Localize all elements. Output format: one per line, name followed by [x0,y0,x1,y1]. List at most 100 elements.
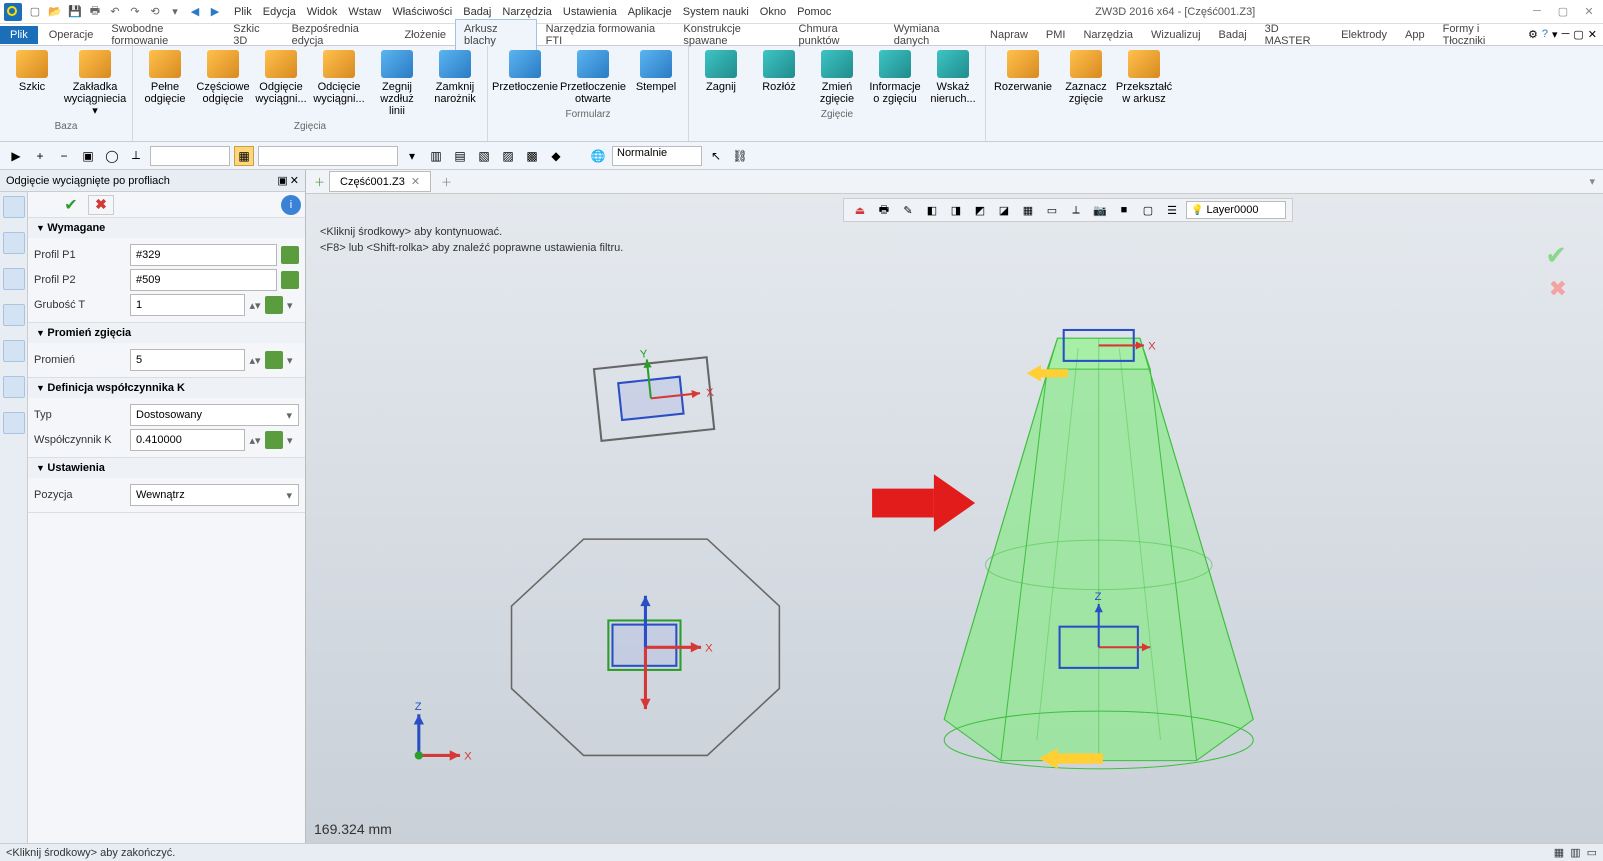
profil-p1-pick[interactable] [281,246,299,264]
tb-a-icon[interactable]: ▾ [402,146,422,166]
menu-widok[interactable]: Widok [307,6,338,18]
tb-select-icon[interactable]: ▶ [6,146,26,166]
rbtn-stempel[interactable]: Stempel [628,48,684,107]
panel-close-icon[interactable]: ✕ [290,174,299,187]
tb-add-icon[interactable]: + [30,146,50,166]
status-btn-1[interactable]: ▦ [1554,846,1564,859]
save-icon[interactable]: 💾 [66,3,84,21]
tb-link-icon[interactable]: ⛓ [730,146,750,166]
side-tab-2[interactable] [3,232,25,254]
rbtn-zmien-zgiecie[interactable]: Zmień zgięcie [809,48,865,107]
side-tab-4[interactable] [3,304,25,326]
menu-system-nauki[interactable]: System nauki [683,6,749,18]
status-btn-2[interactable]: ▥ [1570,846,1580,859]
profil-p2-pick[interactable] [281,271,299,289]
promien-pick[interactable] [265,351,283,369]
doc-add-tab-icon[interactable]: ＋ [441,174,452,190]
rbtn-zaznacz-zgiecie[interactable]: Zaznacz zgięcie [1058,48,1114,107]
typ-select[interactable]: Dostosowany [130,404,299,426]
rbtn-informacje-o-zgieciu[interactable]: Informacje o zgięciu [867,48,923,107]
menu-narzedzia[interactable]: Narzędzia [502,6,552,18]
tb-filter2-select[interactable] [258,146,398,166]
sec-wymagane-header[interactable]: Wymagane [28,218,305,238]
rbtn-wskaz-nieruch[interactable]: Wskaż nieruch... [925,48,981,107]
wspk-spinner[interactable]: ▴▾ [249,434,261,447]
ribbon-tab-napraw[interactable]: Napraw [981,25,1037,45]
ribbon-tab-badaj[interactable]: Badaj [1210,25,1256,45]
rbtn-zamknij-naroznik[interactable]: Zamknij narożnik [427,48,483,119]
menu-badaj[interactable]: Badaj [463,6,491,18]
rbtn-rozloz[interactable]: Rozłóż [751,48,807,107]
tb-d-icon[interactable]: ▧ [474,146,494,166]
close-icon[interactable]: ✕ [1579,5,1599,18]
rbtn-odgiecie-wyciagni[interactable]: Odgięcie wyciągni... [253,48,309,119]
rbtn-przeksztalc-w-arkusz[interactable]: Przekształć w arkusz [1116,48,1172,107]
ribbon-options-icon[interactable]: ⚙ [1528,28,1538,41]
menu-edycja[interactable]: Edycja [263,6,296,18]
menu-wlasciwosci[interactable]: Właściwości [392,6,452,18]
tb-measure-icon[interactable]: ⟂ [126,146,146,166]
sec-kfactor-header[interactable]: Definicja współczynnika K [28,378,305,398]
rbtn-odciecie-wyciagni[interactable]: Odcięcie wyciągni... [311,48,367,119]
ribbon-tab-operacje[interactable]: Operacje [40,25,103,45]
tb-cursor-icon[interactable]: ↖ [706,146,726,166]
tb-box-icon[interactable]: ▣ [78,146,98,166]
open-icon[interactable]: 📂 [46,3,64,21]
panel-tool-icon[interactable] [32,194,54,216]
wspk-more[interactable]: ▾ [287,434,299,447]
print-icon[interactable]: 🖶 [86,3,104,21]
menu-aplikacje[interactable]: Aplikacje [628,6,672,18]
ribbon-help-drop-icon[interactable]: ▾ [1552,28,1558,41]
child-close-icon[interactable]: ✕ [1588,28,1597,41]
doc-tab-active[interactable]: Część001.Z3✕ [329,171,431,192]
child-max-icon[interactable]: ▢ [1573,28,1583,41]
grubosc-more[interactable]: ▾ [287,299,299,312]
ribbon-tab-elektrody[interactable]: Elektrody [1332,25,1396,45]
rbtn-zegnij[interactable]: Zegnij wzdłuż linii [369,48,425,119]
tb-e-icon[interactable]: ▨ [498,146,518,166]
doc-tabs-menu-icon[interactable]: ▾ [1589,175,1595,188]
status-btn-3[interactable]: ▭ [1587,846,1597,859]
menu-pomoc[interactable]: Pomoc [797,6,831,18]
rbtn-zagnij[interactable]: Zagnij [693,48,749,107]
tb-c-icon[interactable]: ▤ [450,146,470,166]
side-tab-5[interactable] [3,340,25,362]
ribbon-tab-app[interactable]: App [1396,25,1434,45]
tb-b-icon[interactable]: ▥ [426,146,446,166]
ribbon-tab-zlozenie[interactable]: Złożenie [395,25,455,45]
panel-pin-icon[interactable]: ▣ [277,174,287,187]
side-tab-6[interactable] [3,376,25,398]
menu-wstaw[interactable]: Wstaw [348,6,381,18]
promien-input[interactable]: 5 [130,349,245,371]
tb-g-icon[interactable]: ◆ [546,146,566,166]
new-icon[interactable]: ▢ [26,3,44,21]
ribbon-tab-formy[interactable]: Formy i Tłoczniki [1434,19,1528,51]
rbtn-przetloczenie-otwarte[interactable]: Przetłoczenie otwarte [560,48,626,107]
tb-sub-icon[interactable]: − [54,146,74,166]
ok-button[interactable]: ✔ [58,195,84,215]
grubosc-spinner[interactable]: ▴▾ [249,299,261,312]
rbtn-czesciowe-odgiecie[interactable]: Częściowe odgięcie [195,48,251,119]
tb-globe-icon[interactable]: 🌐 [588,146,608,166]
rbtn-zakladka[interactable]: Zakładka wyciągniecia ▾ [62,48,128,119]
grubosc-pick[interactable] [265,296,283,314]
pozycja-select[interactable]: Wewnątrz [130,484,299,506]
promien-more[interactable]: ▾ [287,354,299,367]
tb-circ-icon[interactable]: ◯ [102,146,122,166]
doc-new-icon[interactable]: ＋ [314,174,325,190]
tb-filter-select[interactable] [150,146,230,166]
ribbon-file-tab[interactable]: Plik [0,26,38,44]
sec-ustawienia-header[interactable]: Ustawienia [28,458,305,478]
promien-spinner[interactable]: ▴▾ [249,354,261,367]
viewport[interactable]: ＋ Część001.Z3✕ ＋ ▾ ⏏ 🖶 ✎ ◧ ◨ ◩ ◪ ▦ ▭ ⟂ 📷… [306,170,1603,843]
ribbon-help-icon[interactable]: ? [1542,28,1548,41]
profil-p1-input[interactable]: #329 [130,244,277,266]
grubosc-input[interactable]: 1 [130,294,245,316]
cancel-button[interactable]: ✖ [88,195,114,215]
ribbon-tab-3dmaster[interactable]: 3D MASTER [1256,19,1332,51]
tb-f-icon[interactable]: ▩ [522,146,542,166]
profil-p2-input[interactable]: #509 [130,269,277,291]
ribbon-tab-narzedzia[interactable]: Narzędzia [1074,25,1142,45]
wspk-pick[interactable] [265,431,283,449]
doc-tab-close-icon[interactable]: ✕ [411,175,420,188]
